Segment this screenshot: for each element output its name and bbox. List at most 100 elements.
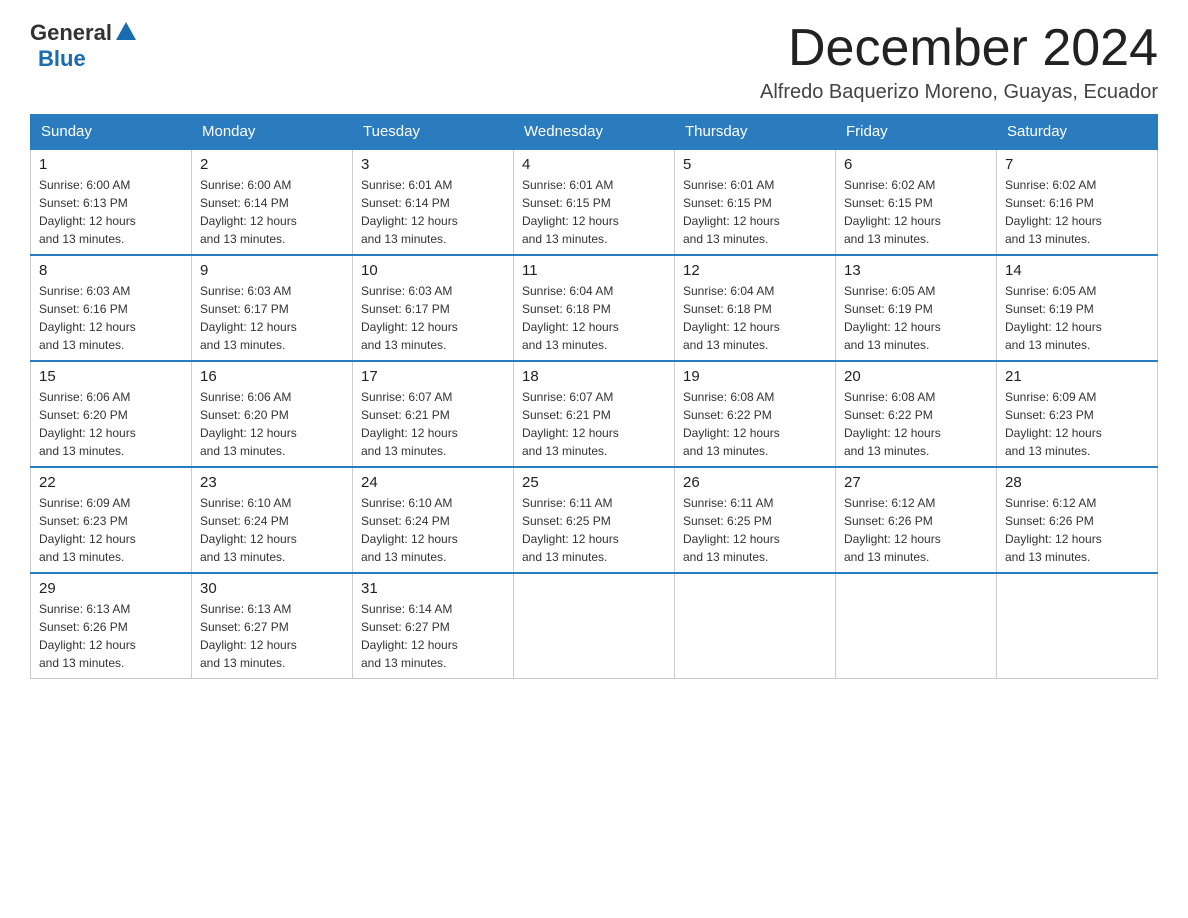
table-row: 16 Sunrise: 6:06 AM Sunset: 6:20 PM Dayl… (192, 361, 353, 467)
day-number: 27 (844, 474, 988, 491)
day-info: Sunrise: 6:01 AM Sunset: 6:14 PM Dayligh… (361, 176, 505, 248)
table-row: 11 Sunrise: 6:04 AM Sunset: 6:18 PM Dayl… (514, 255, 675, 361)
day-number: 13 (844, 262, 988, 279)
location-subtitle: Alfredo Baquerizo Moreno, Guayas, Ecuado… (760, 81, 1158, 104)
col-friday: Friday (836, 115, 997, 150)
day-number: 11 (522, 262, 666, 279)
day-number: 8 (39, 262, 183, 279)
day-number: 22 (39, 474, 183, 491)
day-info: Sunrise: 6:03 AM Sunset: 6:16 PM Dayligh… (39, 282, 183, 354)
col-saturday: Saturday (997, 115, 1158, 150)
day-info: Sunrise: 6:05 AM Sunset: 6:19 PM Dayligh… (844, 282, 988, 354)
day-info: Sunrise: 6:12 AM Sunset: 6:26 PM Dayligh… (1005, 494, 1149, 566)
day-info: Sunrise: 6:13 AM Sunset: 6:27 PM Dayligh… (200, 600, 344, 672)
day-number: 23 (200, 474, 344, 491)
day-number: 15 (39, 368, 183, 385)
day-number: 17 (361, 368, 505, 385)
day-info: Sunrise: 6:00 AM Sunset: 6:14 PM Dayligh… (200, 176, 344, 248)
day-number: 28 (1005, 474, 1149, 491)
day-info: Sunrise: 6:09 AM Sunset: 6:23 PM Dayligh… (39, 494, 183, 566)
month-title: December 2024 (760, 20, 1158, 77)
table-row: 18 Sunrise: 6:07 AM Sunset: 6:21 PM Dayl… (514, 361, 675, 467)
day-number: 3 (361, 156, 505, 173)
day-number: 16 (200, 368, 344, 385)
day-number: 5 (683, 156, 827, 173)
calendar-header-row: Sunday Monday Tuesday Wednesday Thursday… (31, 115, 1158, 150)
table-row: 27 Sunrise: 6:12 AM Sunset: 6:26 PM Dayl… (836, 467, 997, 573)
col-tuesday: Tuesday (353, 115, 514, 150)
table-row: 24 Sunrise: 6:10 AM Sunset: 6:24 PM Dayl… (353, 467, 514, 573)
day-info: Sunrise: 6:04 AM Sunset: 6:18 PM Dayligh… (522, 282, 666, 354)
table-row: 19 Sunrise: 6:08 AM Sunset: 6:22 PM Dayl… (675, 361, 836, 467)
table-row: 26 Sunrise: 6:11 AM Sunset: 6:25 PM Dayl… (675, 467, 836, 573)
day-number: 31 (361, 580, 505, 597)
week-row-4: 22 Sunrise: 6:09 AM Sunset: 6:23 PM Dayl… (31, 467, 1158, 573)
table-row: 14 Sunrise: 6:05 AM Sunset: 6:19 PM Dayl… (997, 255, 1158, 361)
table-row: 10 Sunrise: 6:03 AM Sunset: 6:17 PM Dayl… (353, 255, 514, 361)
table-row: 28 Sunrise: 6:12 AM Sunset: 6:26 PM Dayl… (997, 467, 1158, 573)
day-info: Sunrise: 6:07 AM Sunset: 6:21 PM Dayligh… (361, 388, 505, 460)
title-area: December 2024 Alfredo Baquerizo Moreno, … (760, 20, 1158, 104)
day-number: 21 (1005, 368, 1149, 385)
logo: General Blue (30, 20, 136, 72)
table-row: 23 Sunrise: 6:10 AM Sunset: 6:24 PM Dayl… (192, 467, 353, 573)
day-info: Sunrise: 6:02 AM Sunset: 6:16 PM Dayligh… (1005, 176, 1149, 248)
logo-blue: Blue (38, 46, 86, 71)
day-number: 7 (1005, 156, 1149, 173)
day-number: 10 (361, 262, 505, 279)
table-row (997, 573, 1158, 679)
table-row (675, 573, 836, 679)
day-info: Sunrise: 6:11 AM Sunset: 6:25 PM Dayligh… (683, 494, 827, 566)
table-row: 21 Sunrise: 6:09 AM Sunset: 6:23 PM Dayl… (997, 361, 1158, 467)
page-header: General Blue December 2024 Alfredo Baque… (30, 20, 1158, 104)
table-row: 2 Sunrise: 6:00 AM Sunset: 6:14 PM Dayli… (192, 149, 353, 255)
table-row: 15 Sunrise: 6:06 AM Sunset: 6:20 PM Dayl… (31, 361, 192, 467)
day-number: 4 (522, 156, 666, 173)
day-info: Sunrise: 6:13 AM Sunset: 6:26 PM Dayligh… (39, 600, 183, 672)
table-row: 30 Sunrise: 6:13 AM Sunset: 6:27 PM Dayl… (192, 573, 353, 679)
day-info: Sunrise: 6:08 AM Sunset: 6:22 PM Dayligh… (844, 388, 988, 460)
week-row-1: 1 Sunrise: 6:00 AM Sunset: 6:13 PM Dayli… (31, 149, 1158, 255)
table-row: 12 Sunrise: 6:04 AM Sunset: 6:18 PM Dayl… (675, 255, 836, 361)
day-info: Sunrise: 6:01 AM Sunset: 6:15 PM Dayligh… (522, 176, 666, 248)
day-info: Sunrise: 6:08 AM Sunset: 6:22 PM Dayligh… (683, 388, 827, 460)
day-info: Sunrise: 6:12 AM Sunset: 6:26 PM Dayligh… (844, 494, 988, 566)
table-row (514, 573, 675, 679)
col-sunday: Sunday (31, 115, 192, 150)
table-row (836, 573, 997, 679)
day-number: 1 (39, 156, 183, 173)
col-monday: Monday (192, 115, 353, 150)
table-row: 8 Sunrise: 6:03 AM Sunset: 6:16 PM Dayli… (31, 255, 192, 361)
col-thursday: Thursday (675, 115, 836, 150)
table-row: 4 Sunrise: 6:01 AM Sunset: 6:15 PM Dayli… (514, 149, 675, 255)
day-info: Sunrise: 6:04 AM Sunset: 6:18 PM Dayligh… (683, 282, 827, 354)
day-info: Sunrise: 6:10 AM Sunset: 6:24 PM Dayligh… (200, 494, 344, 566)
table-row: 6 Sunrise: 6:02 AM Sunset: 6:15 PM Dayli… (836, 149, 997, 255)
day-info: Sunrise: 6:06 AM Sunset: 6:20 PM Dayligh… (39, 388, 183, 460)
day-number: 19 (683, 368, 827, 385)
day-info: Sunrise: 6:14 AM Sunset: 6:27 PM Dayligh… (361, 600, 505, 672)
table-row: 17 Sunrise: 6:07 AM Sunset: 6:21 PM Dayl… (353, 361, 514, 467)
week-row-2: 8 Sunrise: 6:03 AM Sunset: 6:16 PM Dayli… (31, 255, 1158, 361)
day-info: Sunrise: 6:02 AM Sunset: 6:15 PM Dayligh… (844, 176, 988, 248)
day-info: Sunrise: 6:10 AM Sunset: 6:24 PM Dayligh… (361, 494, 505, 566)
day-number: 14 (1005, 262, 1149, 279)
calendar-table: Sunday Monday Tuesday Wednesday Thursday… (30, 114, 1158, 679)
day-info: Sunrise: 6:03 AM Sunset: 6:17 PM Dayligh… (200, 282, 344, 354)
logo-triangle-icon (116, 22, 136, 40)
table-row: 9 Sunrise: 6:03 AM Sunset: 6:17 PM Dayli… (192, 255, 353, 361)
table-row: 25 Sunrise: 6:11 AM Sunset: 6:25 PM Dayl… (514, 467, 675, 573)
table-row: 31 Sunrise: 6:14 AM Sunset: 6:27 PM Dayl… (353, 573, 514, 679)
day-number: 24 (361, 474, 505, 491)
day-number: 30 (200, 580, 344, 597)
table-row: 20 Sunrise: 6:08 AM Sunset: 6:22 PM Dayl… (836, 361, 997, 467)
day-info: Sunrise: 6:07 AM Sunset: 6:21 PM Dayligh… (522, 388, 666, 460)
day-number: 9 (200, 262, 344, 279)
table-row: 29 Sunrise: 6:13 AM Sunset: 6:26 PM Dayl… (31, 573, 192, 679)
day-info: Sunrise: 6:00 AM Sunset: 6:13 PM Dayligh… (39, 176, 183, 248)
table-row: 5 Sunrise: 6:01 AM Sunset: 6:15 PM Dayli… (675, 149, 836, 255)
day-info: Sunrise: 6:05 AM Sunset: 6:19 PM Dayligh… (1005, 282, 1149, 354)
day-info: Sunrise: 6:03 AM Sunset: 6:17 PM Dayligh… (361, 282, 505, 354)
table-row: 22 Sunrise: 6:09 AM Sunset: 6:23 PM Dayl… (31, 467, 192, 573)
logo-general: General (30, 20, 112, 46)
